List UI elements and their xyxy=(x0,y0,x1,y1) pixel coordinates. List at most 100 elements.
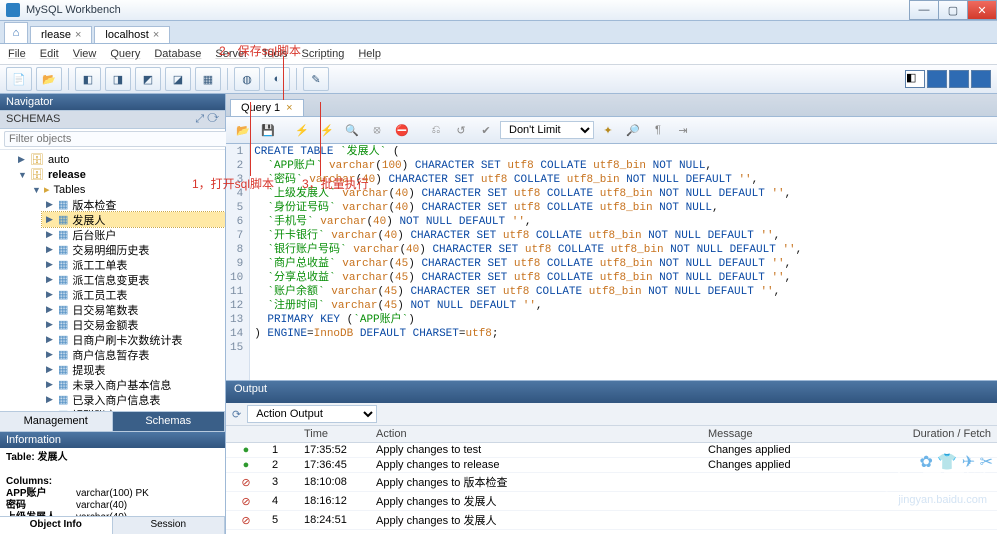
table-item[interactable]: ▶▦日商户刷卡次数统计表 xyxy=(42,332,225,347)
rollback-button[interactable]: ↺ xyxy=(450,120,472,140)
tb-btn-9[interactable]: ◐ xyxy=(264,67,290,91)
close-button[interactable]: ✕ xyxy=(967,0,997,20)
table-item[interactable]: ▶▦发展人 xyxy=(42,212,225,227)
toggle-panel-1[interactable] xyxy=(927,70,947,88)
navigator-sidebar: Navigator SCHEMAS ⤢ ⟳ ▶🗄auto ▼🗄release ▼… xyxy=(0,94,226,534)
menu-help[interactable]: Help xyxy=(358,48,381,60)
tab-schemas[interactable]: Schemas xyxy=(113,411,226,431)
menu-tools[interactable]: Tools xyxy=(262,48,288,60)
autocommit-button[interactable]: ✔ xyxy=(475,120,497,140)
output-mode-select[interactable]: Action Output xyxy=(247,405,377,423)
new-sql-tab-button[interactable]: 📄 xyxy=(6,67,32,91)
execute-button[interactable]: ⚡ xyxy=(291,120,313,140)
query-tabstrip: Query 1× xyxy=(226,94,997,116)
layout-toggles: ◧ xyxy=(905,70,991,88)
tb-btn-3[interactable]: ◧ xyxy=(75,67,101,91)
open-script-button[interactable]: 📂 xyxy=(232,120,254,140)
open-sql-button[interactable]: 📂 xyxy=(36,67,62,91)
find-button[interactable]: 🔎 xyxy=(622,120,644,140)
execute-current-button[interactable]: ⚡ xyxy=(316,120,338,140)
filter-objects-input[interactable] xyxy=(4,131,231,147)
table-item[interactable]: ▶▦派工员工表 xyxy=(42,287,225,302)
main-toolbar: 📄 📂 ◧ ◨ ◩ ◪ ▦ ◍ ◐ ✎ ◧ xyxy=(0,65,997,94)
output-row[interactable]: ⊘ 518:24:51Apply changes to 发展人 xyxy=(226,511,997,530)
output-toolbar: ⟳ Action Output xyxy=(226,403,997,426)
folder-tables[interactable]: ▼▸Tables xyxy=(28,182,225,197)
menu-edit[interactable]: Edit xyxy=(40,48,59,60)
table-item[interactable]: ▶▦后台账户 xyxy=(42,227,225,242)
navigator-bottom-tabs: Management Schemas xyxy=(0,411,225,431)
information-header: Information xyxy=(0,432,225,448)
tab-session[interactable]: Session xyxy=(113,516,226,534)
work-area: Query 1× 📂 💾 ⚡ ⚡ 🔍 ⦻ ⛔ ⎌ ↺ ✔ Don't Limit… xyxy=(226,94,997,534)
toggle-panel-3[interactable] xyxy=(971,70,991,88)
menu-query[interactable]: Query xyxy=(110,48,140,60)
output-row[interactable]: ⊘ 318:10:08Apply changes to 版本检查 xyxy=(226,473,997,492)
table-item[interactable]: ▶▦已录入商户信息表 xyxy=(42,392,225,407)
schema-tree[interactable]: ▶🗄auto ▼🗄release ▼▸Tables ▶▦版本检查▶▦发展人▶▦后… xyxy=(0,150,225,411)
table-item[interactable]: ▶▦日交易笔数表 xyxy=(42,302,225,317)
invisible-chars-button[interactable]: ¶ xyxy=(647,120,669,140)
menu-database[interactable]: Database xyxy=(154,48,201,60)
window-titlebar: MySQL Workbench — ▢ ✕ xyxy=(0,0,997,21)
filter-row xyxy=(0,129,225,150)
window-controls: — ▢ ✕ xyxy=(910,0,997,20)
connection-tab-localhost[interactable]: localhost× xyxy=(94,26,170,43)
table-item[interactable]: ▶▦未录入商户基本信息 xyxy=(42,377,225,392)
table-item[interactable]: ▶▦提现表 xyxy=(42,362,225,377)
row-limit-select[interactable]: Don't Limit xyxy=(500,121,594,139)
query-toolbar: 📂 💾 ⚡ ⚡ 🔍 ⦻ ⛔ ⎌ ↺ ✔ Don't Limit ✦ 🔎 ¶ ⇥ xyxy=(226,116,997,144)
close-icon[interactable]: × xyxy=(153,29,159,41)
menu-bar: File Edit View Query Database Server Too… xyxy=(0,44,997,65)
output-row[interactable]: ● 117:35:52Apply changes to testChanges … xyxy=(226,443,997,458)
output-row[interactable]: ● 217:36:45Apply changes to releaseChang… xyxy=(226,458,997,473)
tab-management[interactable]: Management xyxy=(0,411,113,431)
close-icon[interactable]: × xyxy=(75,29,81,41)
stop-button[interactable]: ⦻ xyxy=(366,120,388,140)
toggle-sidebar[interactable]: ◧ xyxy=(905,70,925,88)
sql-code[interactable]: CREATE TABLE `发展人` ( `APP账户` varchar(100… xyxy=(250,144,806,380)
query-tab-1[interactable]: Query 1× xyxy=(230,99,304,116)
navigator-header: Navigator xyxy=(0,94,225,110)
save-script-button[interactable]: 💾 xyxy=(257,120,279,140)
schema-release[interactable]: ▼🗄release xyxy=(14,167,225,182)
tb-btn-8[interactable]: ◍ xyxy=(234,67,260,91)
table-item[interactable]: ▶▦商户信息暂存表 xyxy=(42,347,225,362)
table-item[interactable]: ▶▦版本检查 xyxy=(42,197,225,212)
table-item[interactable]: ▶▦日交易金额表 xyxy=(42,317,225,332)
maximize-button[interactable]: ▢ xyxy=(938,0,968,20)
beautify-button[interactable]: ✦ xyxy=(597,120,619,140)
stop-on-error-button[interactable]: ⛔ xyxy=(391,120,413,140)
table-item[interactable]: ▶▦派工工单表 xyxy=(42,257,225,272)
toggle-panel-2[interactable] xyxy=(949,70,969,88)
close-icon[interactable]: × xyxy=(286,102,292,114)
output-row[interactable]: ⊘ 418:16:12Apply changes to 发展人 xyxy=(226,492,997,511)
home-tab[interactable]: ⌂ xyxy=(4,22,28,43)
sql-editor[interactable]: 123456789101112131415 CREATE TABLE `发展人`… xyxy=(226,144,997,381)
menu-file[interactable]: File xyxy=(8,48,26,60)
menu-scripting[interactable]: Scripting xyxy=(302,48,345,60)
tb-btn-5[interactable]: ◩ xyxy=(135,67,161,91)
output-grid: Time Action Message Duration / Fetch ● 1… xyxy=(226,426,997,534)
menu-server[interactable]: Server xyxy=(215,48,247,60)
tb-btn-6[interactable]: ◪ xyxy=(165,67,191,91)
tb-btn-10[interactable]: ✎ xyxy=(303,67,329,91)
connection-tab-rlease[interactable]: rlease× xyxy=(30,26,92,43)
table-item[interactable]: ▶▦交易明细历史表 xyxy=(42,242,225,257)
wrap-button[interactable]: ⇥ xyxy=(672,120,694,140)
schema-auto[interactable]: ▶🗄auto xyxy=(14,152,225,167)
commit-button[interactable]: ⎌ xyxy=(425,120,447,140)
output-header: Output xyxy=(226,381,997,403)
schemas-header: SCHEMAS ⤢ ⟳ xyxy=(0,110,225,129)
tb-btn-4[interactable]: ◨ xyxy=(105,67,131,91)
line-gutter: 123456789101112131415 xyxy=(226,144,250,380)
tab-object-info[interactable]: Object Info xyxy=(0,516,113,534)
table-item[interactable]: ▶▦派工信息变更表 xyxy=(42,272,225,287)
tb-btn-7[interactable]: ▦ xyxy=(195,67,221,91)
menu-view[interactable]: View xyxy=(73,48,97,60)
connection-tabstrip: ⌂ rlease× localhost× xyxy=(0,21,997,44)
app-icon xyxy=(6,3,20,17)
output-refresh-icon[interactable]: ⟳ xyxy=(232,408,241,421)
minimize-button[interactable]: — xyxy=(909,0,939,20)
explain-button[interactable]: 🔍 xyxy=(341,120,363,140)
